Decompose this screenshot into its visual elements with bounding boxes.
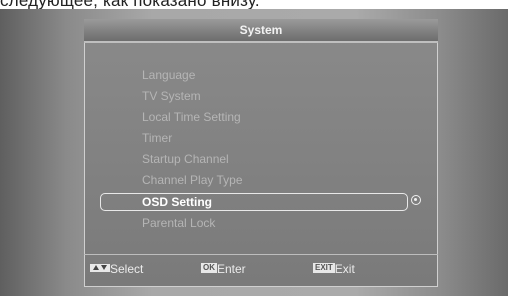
ok-key-icon: OK [201,263,217,273]
up-down-arrows-icon [90,264,110,272]
select-label: Select [110,262,144,276]
exit-key-icon: EXIT [313,263,335,273]
menu-item-channel-play-type[interactable]: Channel Play Type [142,171,243,189]
system-menu-panel [84,19,438,287]
footer-hint-exit: EXIT Exit [313,262,355,276]
enter-label: Enter [217,262,246,276]
menu-item-startup-channel[interactable]: Startup Channel [142,150,229,168]
menu-item-tv-system[interactable]: TV System [142,87,201,105]
exit-label: Exit [334,262,355,276]
menu-item-language[interactable]: Language [142,66,195,84]
menu-item-local-time-setting[interactable]: Local Time Setting [142,108,241,126]
footer-hint-enter: OK Enter [201,262,246,276]
footer-hint-select: Select [90,262,143,276]
menu-item-timer[interactable]: Timer [142,129,172,147]
page-caption: следующее, как показано внизу. [0,0,260,10]
menu-item-osd-setting[interactable]: OSD Setting [142,193,212,211]
menu-item-parental-lock[interactable]: Parental Lock [142,214,215,232]
menu-title: System [84,19,438,43]
selected-radio-icon [411,195,421,205]
